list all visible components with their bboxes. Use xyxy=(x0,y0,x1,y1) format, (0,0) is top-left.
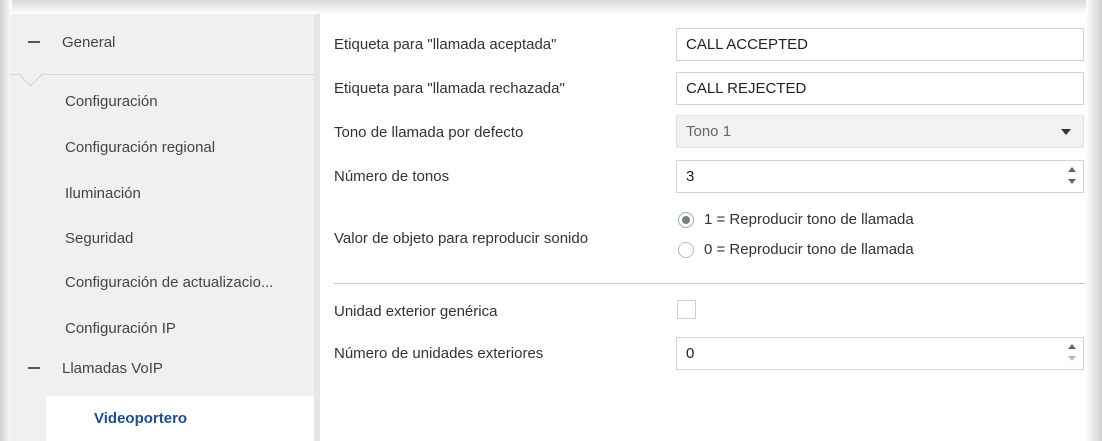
spin-up-icon[interactable] xyxy=(1068,167,1076,172)
rejected-label: Etiqueta para "llamada rechazada" xyxy=(334,80,565,97)
collapse-icon xyxy=(28,41,40,43)
sidebar-group-general[interactable]: General xyxy=(10,22,314,62)
spinner-control[interactable] xyxy=(1067,165,1077,189)
sidebar-group-label: Llamadas VoIP xyxy=(62,359,163,377)
settings-window: General Configuración Configuración regi… xyxy=(10,14,1085,441)
accepted-label: Etiqueta para "llamada aceptada" xyxy=(334,36,557,53)
collapse-icon xyxy=(28,367,40,369)
ringtone-select[interactable]: Tono 1 xyxy=(676,115,1084,148)
generic-outdoor-label: Unidad exterior genérica xyxy=(334,303,498,320)
sound-object-label: Valor de objeto para reproducir sonido xyxy=(334,230,589,247)
sidebar-item-seguridad[interactable]: Seguridad xyxy=(65,230,133,247)
rejected-call-input[interactable]: CALL REJECTED xyxy=(676,72,1084,105)
window-shadow-top xyxy=(0,0,1102,14)
sidebar-group-voip[interactable]: Llamadas VoIP xyxy=(10,348,314,388)
accepted-call-value: CALL ACCEPTED xyxy=(686,36,808,53)
radio-button-selected[interactable] xyxy=(678,211,694,228)
section-divider xyxy=(334,283,1085,284)
num-tones-label: Número de tonos xyxy=(334,168,450,185)
radio-button[interactable] xyxy=(678,241,694,258)
sidebar-item-label: Videoportero xyxy=(94,410,188,427)
window-shadow-right xyxy=(1086,0,1102,441)
num-tones-stepper[interactable]: 3 xyxy=(676,160,1084,193)
group-divider xyxy=(10,74,314,75)
sidebar-item-videoportero[interactable]: Videoportero xyxy=(46,396,314,441)
sound-option-1[interactable]: 1 = Reproducir tono de llamada xyxy=(678,211,914,228)
ringtone-value: Tono 1 xyxy=(686,123,732,140)
rejected-call-value: CALL REJECTED xyxy=(686,80,807,97)
sidebar-item-actualizacion[interactable]: Configuración de actualizacio... xyxy=(65,274,273,291)
num-outdoor-label: Número de unidades exteriores xyxy=(334,345,544,362)
sidebar-item-iluminacion[interactable]: Iluminación xyxy=(65,185,141,202)
num-outdoor-value: 0 xyxy=(686,345,695,362)
sidebar: General Configuración Configuración regi… xyxy=(10,14,314,441)
spin-up-icon[interactable] xyxy=(1068,344,1076,349)
spin-down-icon[interactable] xyxy=(1068,356,1076,361)
sidebar-separator xyxy=(314,14,320,441)
group-pointer-icon xyxy=(18,62,43,87)
num-outdoor-stepper[interactable]: 0 xyxy=(676,337,1084,370)
spinner-control[interactable] xyxy=(1067,342,1077,366)
sound-option-0-label: 0 = Reproducir tono de llamada xyxy=(704,241,914,258)
generic-outdoor-checkbox[interactable] xyxy=(677,300,696,319)
sidebar-item-configuracion-ip[interactable]: Configuración IP xyxy=(65,320,176,337)
num-tones-value: 3 xyxy=(686,168,695,185)
sidebar-item-configuracion-regional[interactable]: Configuración regional xyxy=(65,139,215,156)
sidebar-group-label: General xyxy=(62,33,116,51)
sound-option-1-label: 1 = Reproducir tono de llamada xyxy=(704,211,914,228)
sidebar-item-configuracion[interactable]: Configuración xyxy=(65,93,158,110)
accepted-call-input[interactable]: CALL ACCEPTED xyxy=(676,28,1084,61)
ringtone-label: Tono de llamada por defecto xyxy=(334,124,524,141)
sound-option-0[interactable]: 0 = Reproducir tono de llamada xyxy=(678,241,914,258)
chevron-down-icon xyxy=(1061,129,1071,135)
spin-down-icon[interactable] xyxy=(1068,179,1076,184)
